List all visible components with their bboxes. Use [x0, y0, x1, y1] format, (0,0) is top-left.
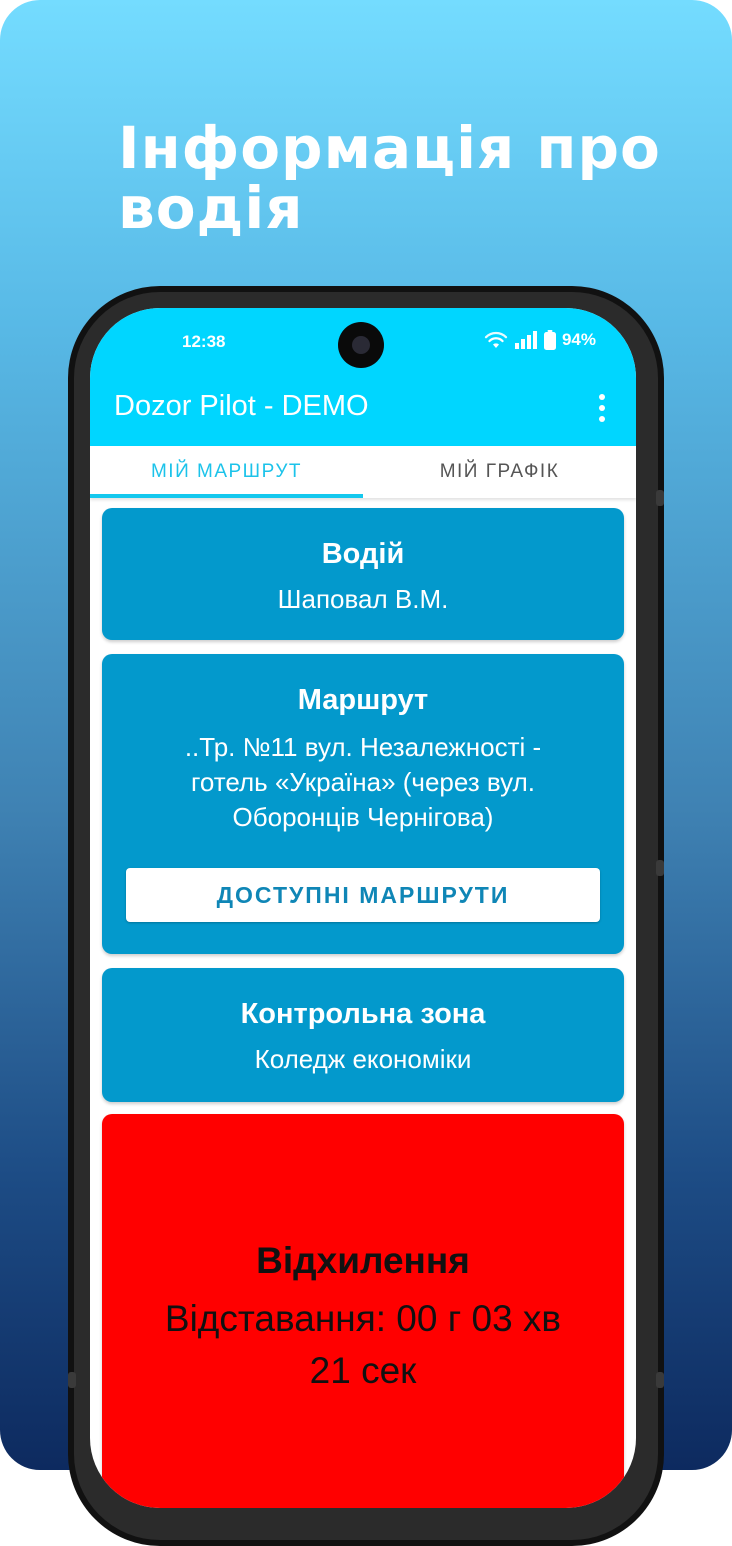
phone-side-button [656, 1372, 664, 1388]
battery-percent: 94% [561, 330, 596, 349]
app-bar: Dozor Pilot - DEMO [90, 376, 636, 446]
control-zone-title: Контрольна зона [240, 998, 486, 1030]
available-routes-button[interactable]: ДОСТУПНІ МАРШРУТИ [126, 868, 600, 922]
route-line: ..Тр. №11 вул. Незалежності - [184, 732, 542, 762]
route-description: ..Тр. №11 вул. Незалежності - готель «Ук… [102, 730, 624, 835]
route-line: Оборонців Чернігова) [232, 802, 494, 832]
phone-side-button [68, 1372, 76, 1388]
control-zone-card: Контрольна зона Коледж економіки [102, 968, 624, 1102]
deviation-lag-seconds: 21 сек [309, 1350, 417, 1391]
deviation-title: Відхилення [256, 1240, 470, 1281]
control-zone-name: Коледж економіки [254, 1044, 472, 1074]
driver-name: Шаповал В.М. [277, 584, 449, 614]
phone-side-button [656, 860, 664, 876]
route-line: готель «Україна» (через вул. [190, 767, 535, 797]
more-vert-icon[interactable] [590, 388, 614, 428]
status-time: 12:38 [182, 332, 226, 351]
tab-my-route[interactable]: МІЙ МАРШРУТ [90, 446, 363, 498]
route-title: Маршрут [297, 684, 429, 716]
front-camera [338, 322, 384, 368]
deviation-card: Відхилення Відставання: 00 г 03 хв 21 се… [102, 1114, 624, 1508]
tab-my-schedule[interactable]: МІЙ ГРАФІК [363, 446, 636, 498]
app-title: Dozor Pilot - DEMO [114, 390, 369, 422]
phone-side-button [656, 490, 664, 506]
app-screen: 12:38 94% Dozor Pilot - DEMO МІЙ МАРШРУТ… [90, 308, 636, 1508]
route-card: Маршрут ..Тр. №11 вул. Незалежності - го… [102, 654, 624, 954]
promo-headline: Інформація про водія [118, 114, 661, 242]
wifi-icon [484, 331, 508, 348]
driver-card: Водій Шаповал В.М. [102, 508, 624, 640]
battery-icon [543, 330, 556, 350]
signal-icon [514, 331, 537, 349]
tab-bar: МІЙ МАРШРУТ МІЙ ГРАФІК [90, 446, 636, 498]
driver-title: Водій [321, 538, 405, 570]
status-bar: 12:38 94% [90, 308, 636, 376]
status-icons: 94% [484, 330, 596, 350]
deviation-lag: Відставання: 00 г 03 хв [164, 1298, 562, 1339]
